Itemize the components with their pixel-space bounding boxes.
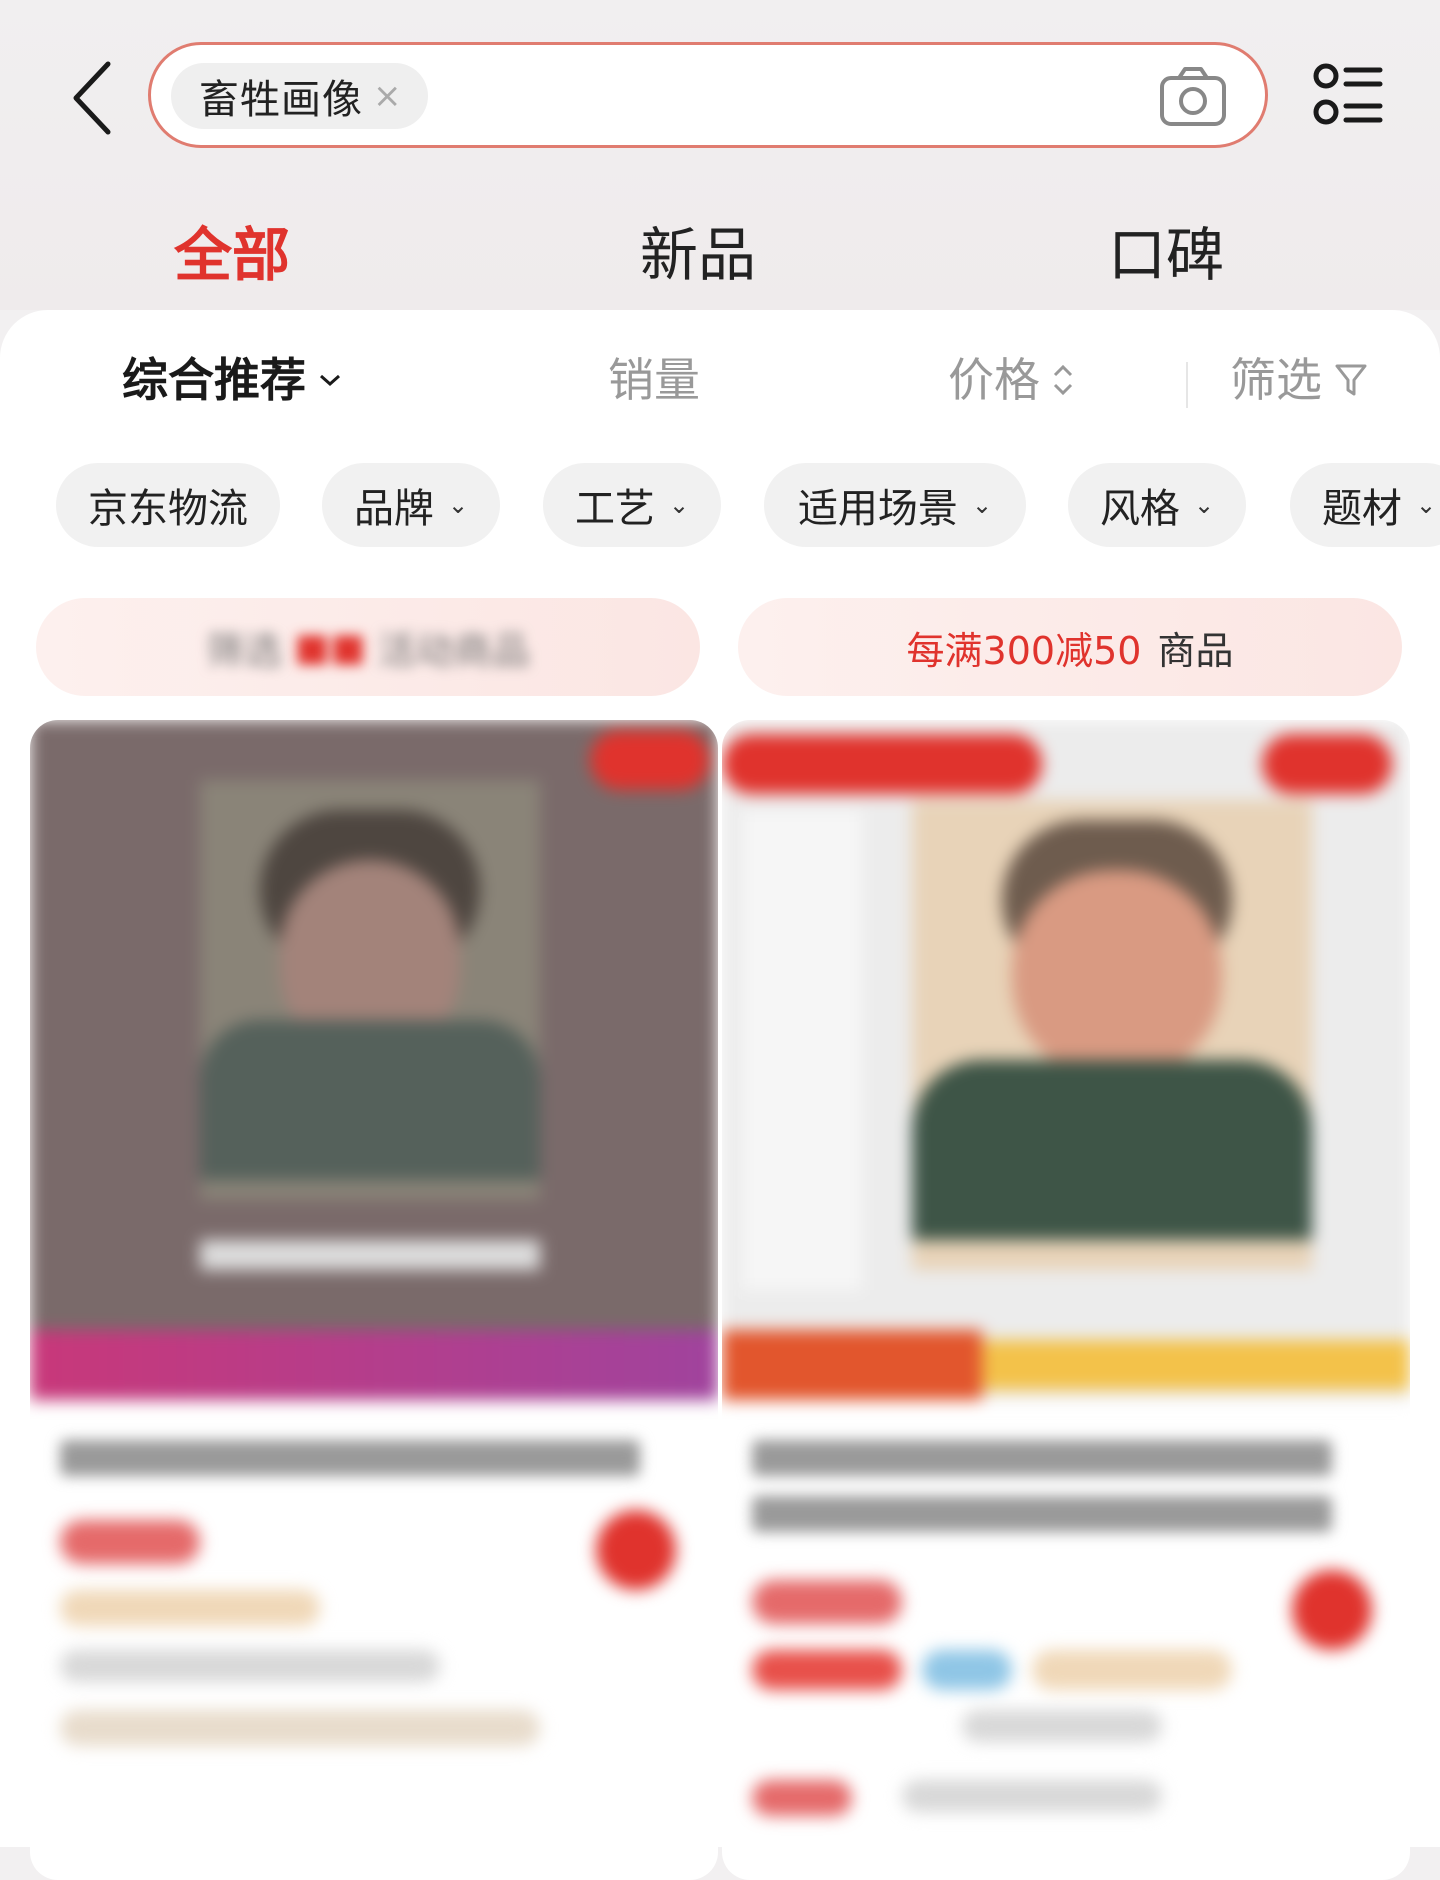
product-image [30,720,718,1400]
sort-recommend[interactable]: 综合推荐 [122,340,342,420]
sort-sales-label: 销量 [608,353,700,407]
promo-logo-icon: ■■ [294,625,366,669]
chevron-down-icon [320,374,340,387]
filter-chip-label: 工艺 [574,486,655,532]
camera-search-button[interactable] [1159,65,1227,127]
product-tags [1032,1650,1232,1690]
list-menu-icon [1313,63,1383,125]
clear-query-icon[interactable]: × [373,76,402,116]
product-tags [60,1590,320,1626]
product-title [752,1440,1372,1552]
product-price [752,1580,902,1624]
filter-chip-label: 题材 [1321,486,1402,532]
filter-chip-craft[interactable]: 工艺 ⌄ [543,463,721,547]
shop-info [752,1780,852,1816]
add-to-cart-button[interactable] [596,1510,676,1590]
shop-info [60,1710,540,1746]
filter-label: 筛选 [1230,353,1322,407]
chevron-down-icon: ⌄ [1415,491,1437,519]
tab-reputation[interactable]: 口碑 [1108,215,1224,295]
filter-chip-subject[interactable]: 题材 ⌄ [1290,463,1440,547]
list-view-button[interactable] [1312,62,1384,128]
filter-chip-scene[interactable]: 适用场景 ⌄ [764,463,1026,547]
sort-updown-icon [1053,364,1073,396]
filter-chip-jd-logistics[interactable]: 京东物流 [56,463,280,547]
product-price [60,1520,200,1564]
promo-banner-left[interactable]: 筛选 ■■ 活动商品 [36,598,700,696]
chevron-down-icon: ⌄ [971,491,993,519]
tab-all[interactable]: 全部 [174,215,290,295]
chevron-down-icon: ⌄ [668,491,690,519]
product-card[interactable] [722,720,1410,1880]
filter-button[interactable]: 筛选 [1230,340,1368,420]
funnel-icon [1335,364,1367,396]
product-title [60,1440,680,1496]
results-panel: 综合推荐 销量 价格 筛选 京东物流 品牌 ⌄ 工艺 ⌄ 适用场景 ⌄ 风格 ⌄… [0,310,1440,1880]
sort-price-label: 价格 [948,353,1040,407]
product-card[interactable] [30,720,718,1880]
camera-icon [1160,67,1226,126]
sort-bar: 综合推荐 销量 价格 筛选 [0,340,1440,420]
search-query-chip[interactable]: 畜牲画像 × [171,63,428,129]
product-meta [962,1710,1162,1742]
sort-price[interactable]: 价格 [948,340,1074,420]
promo-right-text-a: 每满300减50 [906,628,1142,673]
filter-chip-label: 适用场景 [797,486,958,532]
filter-chip-label: 京东物流 [88,486,248,532]
product-image [722,720,1410,1400]
sort-recommend-label: 综合推荐 [122,353,306,407]
back-button[interactable] [64,58,124,138]
shop-info [902,1780,1162,1812]
tab-new[interactable]: 新品 [640,215,756,295]
filter-chip-label: 品牌 [353,486,434,532]
top-bar: 畜牲画像 × 全部 新品 口碑 [0,0,1440,310]
promo-left-text-b: 活动商品 [377,628,530,673]
product-tags [752,1650,902,1690]
sort-sales[interactable]: 销量 [608,340,700,420]
search-query-text: 畜牲画像 [199,77,363,123]
promo-right-text-b: 商品 [1157,628,1234,673]
chevron-left-icon [73,61,111,135]
add-to-cart-button[interactable] [1292,1570,1372,1650]
sort-divider [1186,362,1188,408]
chevron-down-icon: ⌄ [447,491,469,519]
chevron-down-icon: ⌄ [1193,491,1215,519]
filter-chip-row: 京东物流 品牌 ⌄ 工艺 ⌄ 适用场景 ⌄ 风格 ⌄ 题材 ⌄ [0,463,1440,547]
search-box[interactable]: 畜牲画像 × [148,42,1268,148]
filter-chip-style[interactable]: 风格 ⌄ [1068,463,1246,547]
product-meta [60,1650,440,1682]
promo-banner-right[interactable]: 每满300减50 商品 [738,598,1402,696]
promo-left-text-a: 筛选 [206,628,283,673]
product-tags [922,1650,1012,1690]
filter-chip-label: 风格 [1099,486,1180,532]
category-tabs: 全部 新品 口碑 [0,215,1440,295]
filter-chip-brand[interactable]: 品牌 ⌄ [322,463,500,547]
